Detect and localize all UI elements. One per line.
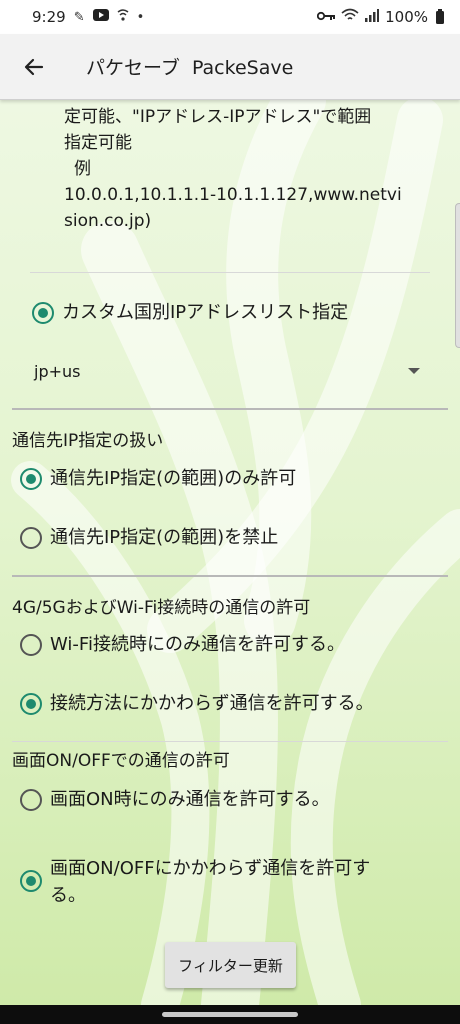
back-button[interactable] xyxy=(14,47,54,87)
radio-unselected-icon xyxy=(20,634,42,656)
wifi-call-icon xyxy=(117,8,129,26)
notification-icon: ✎ xyxy=(73,9,85,25)
radio-unselected-icon xyxy=(20,527,42,549)
battery-icon xyxy=(436,8,444,24)
dropdown-arrow-icon xyxy=(408,368,420,374)
radio-any-connection[interactable]: 接続方法にかかわらず通信を許可する。 xyxy=(20,693,374,717)
wifi-icon xyxy=(341,8,359,26)
radio-selected-icon xyxy=(20,468,42,490)
app-bar: パケセーブ PackeSave xyxy=(0,34,460,100)
country-list-spinner[interactable]: jp+us xyxy=(34,358,420,384)
radio-selected-icon xyxy=(20,870,42,892)
battery-percent: 100% xyxy=(385,8,428,26)
signal-icon xyxy=(365,8,380,26)
divider xyxy=(30,272,430,273)
radio-block-destination[interactable]: 通信先IP指定(の範囲)を禁止 xyxy=(20,527,278,551)
status-time: 9:29 xyxy=(32,8,66,26)
scroll-indicator xyxy=(455,203,460,348)
section-divider xyxy=(12,575,448,577)
vpn-key-icon xyxy=(317,10,336,25)
settings-scroll-area[interactable]: 定可能、"IPアドレス-IPアドレス"で範囲 指定可能 例 10.0.0.1,1… xyxy=(0,100,460,1005)
radio-screen-any[interactable]: 画面ON/OFFにかかわらず通信を許可す る。 xyxy=(20,858,370,909)
radio-selected-icon xyxy=(20,693,42,715)
radio-unselected-icon xyxy=(20,789,42,811)
destination-ip-description: 定可能、"IPアドレス-IPアドレス"で範囲 指定可能 例 10.0.0.1,1… xyxy=(64,107,402,231)
home-gesture-handle[interactable] xyxy=(162,1012,298,1017)
radio-allow-destination-only[interactable]: 通信先IP指定(の範囲)のみ許可 xyxy=(20,468,296,492)
section-divider xyxy=(12,408,448,410)
filter-update-button[interactable]: フィルター更新 xyxy=(165,942,296,988)
screen-section-title: 画面ON/OFFでの通信の許可 xyxy=(12,751,230,771)
app-title: パケセーブ PackeSave xyxy=(86,57,294,79)
radio-screen-on-only[interactable]: 画面ON時にのみ通信を許可する。 xyxy=(20,789,330,813)
status-bar: 9:29 ✎ • 100% xyxy=(0,0,460,34)
radio-screen-any-label: 画面ON/OFFにかかわらず通信を許可す る。 xyxy=(50,858,371,906)
arrow-back-icon xyxy=(24,58,44,75)
destination-ip-section-title: 通信先IP指定の扱い xyxy=(12,431,164,451)
radio-wifi-only[interactable]: Wi-Fi接続時にのみ通信を許可する。 xyxy=(20,634,345,658)
youtube-icon xyxy=(92,9,109,25)
navigation-bar xyxy=(0,1005,460,1024)
connection-section-title: 4G/5GおよびWi-Fi接続時の通信の許可 xyxy=(12,598,311,618)
radio-selected-icon xyxy=(32,302,54,324)
radio-custom-country-list[interactable]: カスタム国別IPアドレスリスト指定 xyxy=(32,302,348,326)
section-divider xyxy=(12,741,448,742)
dot-icon: • xyxy=(136,9,145,25)
